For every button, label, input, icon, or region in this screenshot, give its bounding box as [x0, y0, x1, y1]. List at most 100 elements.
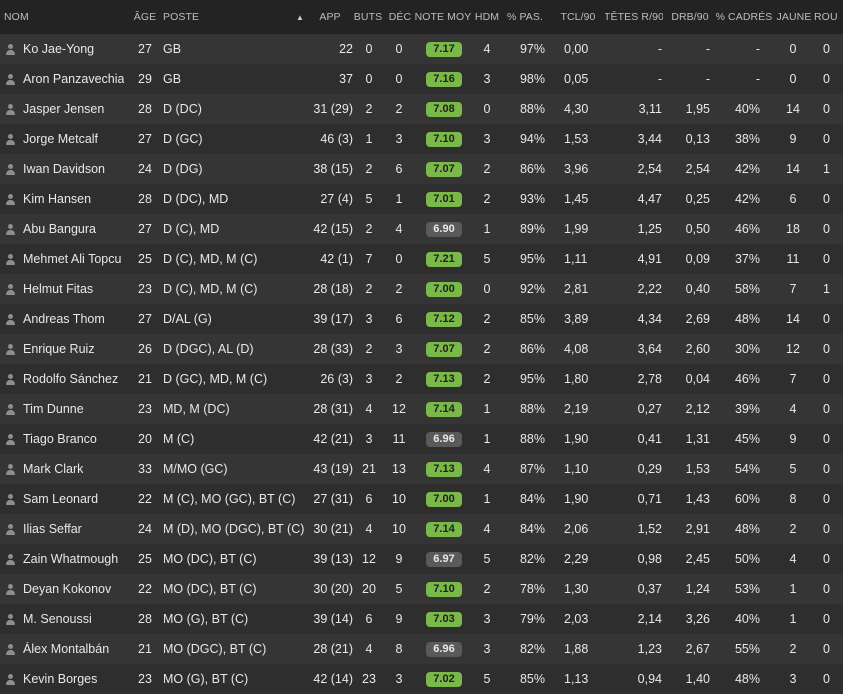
table-row[interactable]: Tim Dunne 23 MD, M (DC) 28 (31) 4 12 7.1… [0, 394, 843, 424]
table-row[interactable]: Ilias Seffar 24 M (D), MO (DGC), BT (C) … [0, 514, 843, 544]
player-dribbles: 2,67 [685, 642, 710, 656]
table-row[interactable]: Jorge Metcalf 27 D (GC) 46 (3) 1 3 7.10 … [0, 124, 843, 154]
player-name[interactable]: Sam Leonard [23, 492, 98, 506]
person-icon [5, 463, 16, 475]
player-name-cell[interactable]: Rodolfo Sánchez [0, 364, 131, 394]
table-row[interactable]: Sam Leonard 22 M (C), MO (GC), BT (C) 27… [0, 484, 843, 514]
col-header-nom[interactable]: NOM [0, 0, 131, 34]
player-name[interactable]: Tim Dunne [23, 402, 84, 416]
player-name[interactable]: Deyan Kokonov [23, 582, 111, 596]
col-header-rouge[interactable]: ROU [814, 0, 843, 34]
col-header-label: APP [319, 11, 341, 23]
col-header-dec[interactable]: DÉC [386, 0, 414, 34]
col-header-cadres[interactable]: % CADRÉS [716, 0, 772, 34]
player-name-cell[interactable]: Jasper Jensen [0, 94, 131, 124]
player-name[interactable]: Ko Jae-Yong [23, 42, 94, 56]
rating-badge: 7.13 [426, 461, 462, 477]
player-name-cell[interactable]: Mehmet Ali Topcu [0, 244, 131, 274]
table-row[interactable]: Aron Panzavechia 29 GB 37 0 0 7.16 3 98%… [0, 64, 843, 94]
player-name-cell[interactable]: Tiago Branco [0, 424, 131, 454]
player-assists: 11 [392, 432, 406, 446]
table-row[interactable]: Ko Jae-Yong 27 GB 22 0 0 7.17 4 97% 0,00… [0, 34, 843, 64]
table-row[interactable]: Kevin Borges 23 MO (G), BT (C) 42 (14) 2… [0, 664, 843, 694]
player-red-cards: 0 [823, 582, 830, 596]
player-name[interactable]: Kevin Borges [23, 672, 97, 686]
player-name[interactable]: Iwan Davidson [23, 162, 105, 176]
player-name-cell[interactable]: Iwan Davidson [0, 154, 131, 184]
col-header-drb[interactable]: DRB/90 [668, 0, 712, 34]
player-age: 23 [138, 282, 152, 296]
table-row[interactable]: Deyan Kokonov 22 MO (DC), BT (C) 30 (20)… [0, 574, 843, 604]
table-row[interactable]: Abu Bangura 27 D (C), MD 42 (15) 2 4 6.9… [0, 214, 843, 244]
table-row[interactable]: Mehmet Ali Topcu 25 D (C), MD, M (C) 42 … [0, 244, 843, 274]
table-row[interactable]: Jasper Jensen 28 D (DC) 31 (29) 2 2 7.08… [0, 94, 843, 124]
player-name[interactable]: Aron Panzavechia [23, 72, 124, 86]
player-name[interactable]: Helmut Fitas [23, 282, 93, 296]
player-name[interactable]: Kim Hansen [23, 192, 91, 206]
table-row[interactable]: Iwan Davidson 24 D (DG) 38 (15) 2 6 7.07… [0, 154, 843, 184]
table-row[interactable]: Andreas Thom 27 D/AL (G) 39 (17) 3 6 7.1… [0, 304, 843, 334]
table-row[interactable]: Zain Whatmough 25 MO (DC), BT (C) 39 (13… [0, 544, 843, 574]
player-name-cell[interactable]: Andreas Thom [0, 304, 131, 334]
player-name-cell[interactable]: Zain Whatmough [0, 544, 131, 574]
player-red-cards: 0 [823, 402, 830, 416]
player-name-cell[interactable]: Deyan Kokonov [0, 574, 131, 604]
player-name[interactable]: M. Senoussi [23, 612, 92, 626]
player-name[interactable]: Álex Montalbán [23, 642, 109, 656]
col-header-tetes[interactable]: TÊTES R/90 [605, 0, 663, 34]
player-name-cell[interactable]: Helmut Fitas [0, 274, 131, 304]
player-shots-on-target: 40% [734, 612, 760, 626]
player-name[interactable]: Ilias Seffar [23, 522, 82, 536]
player-yellow-cards: 11 [786, 252, 800, 266]
player-name[interactable]: Jasper Jensen [23, 102, 104, 116]
col-header-buts[interactable]: BUTS [352, 0, 384, 34]
player-name[interactable]: Zain Whatmough [23, 552, 118, 566]
player-name-cell[interactable]: M. Senoussi [0, 604, 131, 634]
player-name[interactable]: Rodolfo Sánchez [23, 372, 118, 386]
col-header-note-moy[interactable]: NOTE MOY [414, 0, 472, 34]
player-name[interactable]: Mark Clark [23, 462, 83, 476]
player-name-cell[interactable]: Ilias Seffar [0, 514, 131, 544]
player-tackles: 1,99 [564, 222, 589, 236]
player-name-cell[interactable]: Mark Clark [0, 454, 131, 484]
table-row[interactable]: Tiago Branco 20 M (C) 42 (21) 3 11 6.96 … [0, 424, 843, 454]
table-row[interactable]: Enrique Ruiz 26 D (DGC), AL (D) 28 (33) … [0, 334, 843, 364]
player-name-cell[interactable]: Aron Panzavechia [0, 64, 131, 94]
player-age: 23 [138, 402, 152, 416]
player-name[interactable]: Enrique Ruiz [23, 342, 95, 356]
table-row[interactable]: Álex Montalbán 21 MO (DGC), BT (C) 28 (2… [0, 634, 843, 664]
table-row[interactable]: Mark Clark 33 M/MO (GC) 43 (19) 21 13 7.… [0, 454, 843, 484]
player-name-cell[interactable]: Abu Bangura [0, 214, 131, 244]
player-dribbles: - [705, 42, 710, 56]
col-header-app[interactable]: APP [310, 0, 350, 34]
player-name-cell[interactable]: Kim Hansen [0, 184, 131, 214]
col-header-pas[interactable]: % PAS. [505, 0, 545, 34]
player-name[interactable]: Abu Bangura [23, 222, 96, 236]
player-name[interactable]: Andreas Thom [23, 312, 105, 326]
table-row[interactable]: Kim Hansen 28 D (DC), MD 27 (4) 5 1 7.01… [0, 184, 843, 214]
player-name-cell[interactable]: Jorge Metcalf [0, 124, 131, 154]
player-name-cell[interactable]: Enrique Ruiz [0, 334, 131, 364]
player-name[interactable]: Tiago Branco [23, 432, 97, 446]
player-name[interactable]: Jorge Metcalf [23, 132, 98, 146]
player-assists: 3 [395, 672, 403, 686]
player-name[interactable]: Mehmet Ali Topcu [23, 252, 121, 266]
table-row[interactable]: Helmut Fitas 23 D (C), MD, M (C) 28 (18)… [0, 274, 843, 304]
player-name-cell[interactable]: Ko Jae-Yong [0, 34, 131, 64]
col-header-age[interactable]: ÂGE [131, 0, 159, 34]
player-pass-pct: 98% [519, 72, 545, 86]
player-position: MO (DGC), BT (C) [163, 642, 267, 656]
col-header-poste[interactable]: POSTE ▲ [163, 0, 308, 34]
col-header-jaune[interactable]: JAUNE [774, 0, 814, 34]
table-row[interactable]: M. Senoussi 28 MO (G), BT (C) 39 (14) 6 … [0, 604, 843, 634]
player-rating-cell: 7.03 [415, 604, 473, 634]
player-name-cell[interactable]: Álex Montalbán [0, 634, 131, 664]
col-header-hdm[interactable]: HDM [472, 0, 502, 34]
col-header-tcl[interactable]: TCL/90 [556, 0, 600, 34]
player-name-cell[interactable]: Sam Leonard [0, 484, 131, 514]
col-header-label: TÊTES R/90 [605, 11, 663, 23]
player-rating-cell: 7.01 [415, 184, 473, 214]
player-name-cell[interactable]: Kevin Borges [0, 664, 131, 694]
player-name-cell[interactable]: Tim Dunne [0, 394, 131, 424]
table-row[interactable]: Rodolfo Sánchez 21 D (GC), MD, M (C) 26 … [0, 364, 843, 394]
